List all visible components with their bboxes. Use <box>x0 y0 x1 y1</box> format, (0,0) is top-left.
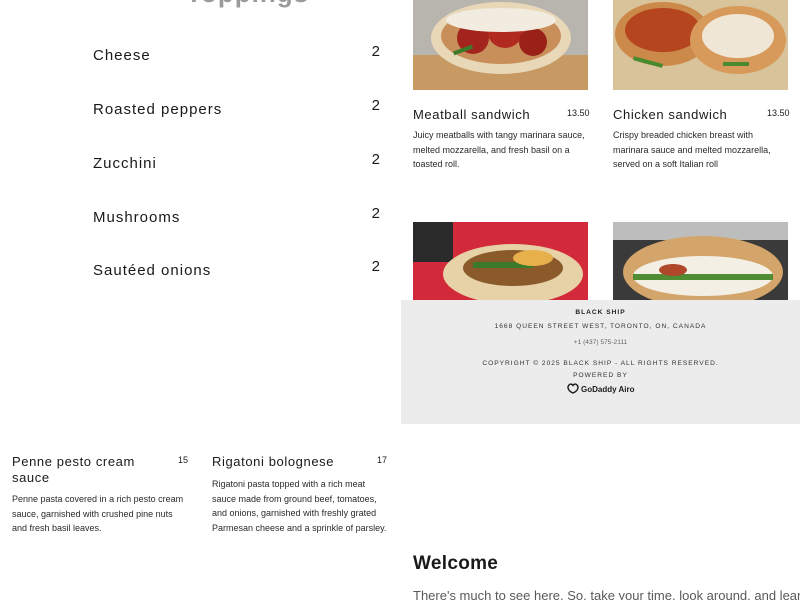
menu-card-description: Juicy meatballs with tangy marinara sauc… <box>413 130 585 169</box>
panini-photo <box>613 222 788 300</box>
menu-card-title: Penne pesto cream sauce <box>12 454 135 485</box>
topping-name: Mushrooms <box>93 209 181 226</box>
topping-item-zucchini: Zucchini 2 <box>93 151 383 179</box>
topping-name: Zucchini <box>93 155 157 172</box>
topping-price: 2 <box>371 205 380 222</box>
footer-brand: BLACK SHIP <box>575 309 626 316</box>
topping-name: Roasted peppers <box>93 101 223 118</box>
topping-item-sauteed-onions: Sautéed onions 2 <box>93 258 383 286</box>
menu-card-price: 17 <box>377 455 388 465</box>
topping-item-roasted-peppers: Roasted peppers 2 <box>93 97 383 125</box>
topping-price: 2 <box>371 97 380 114</box>
site-footer: BLACK SHIP 1668 QUEEN STREET WEST, TORON… <box>401 300 800 424</box>
footer-powered-by: POWERED BY <box>573 372 628 379</box>
topping-price: 2 <box>371 43 380 60</box>
menu-card-price: 13.50 <box>567 108 590 118</box>
meatball-sandwich-photo <box>413 0 588 90</box>
menu-card-description: Rigatoni pasta topped with a rich meat s… <box>212 479 387 533</box>
topping-name: Sautéed onions <box>93 262 212 279</box>
footer-phone-link[interactable]: +1 (437) 575-2111 <box>401 339 800 346</box>
menu-card-description: Crispy breaded chicken breast with marin… <box>613 130 771 169</box>
godaddy-logo-icon <box>567 382 579 396</box>
toppings-heading: Toppings <box>186 0 309 9</box>
menu-card-penne-pesto[interactable]: Penne pesto cream sauce 15 Penne pasta c… <box>12 454 188 544</box>
godaddy-logo-link[interactable]: GoDaddy Airo <box>567 382 637 396</box>
menu-card-title: Meatball sandwich <box>413 107 531 122</box>
menu-card-meatball-sandwich[interactable]: Meatball sandwich 13.50 Juicy meatballs … <box>413 0 590 169</box>
menu-card-title: Rigatoni bolognese <box>212 454 335 469</box>
welcome-heading: Welcome <box>413 553 499 574</box>
welcome-text: There's much to see here. So, take your … <box>413 588 800 600</box>
wrap-photo <box>413 222 588 300</box>
footer-address: 1668 QUEEN STREET WEST, TORONTO, ON, CAN… <box>494 323 707 330</box>
menu-card-description: Penne pasta covered in a rich pesto crea… <box>12 494 184 533</box>
footer-copyright: COPYRIGHT © 2025 BLACK SHIP - ALL RIGHTS… <box>482 360 719 367</box>
menu-card-chicken-sandwich[interactable]: Chicken sandwich 13.50 Crispy breaded ch… <box>613 0 790 169</box>
chicken-sandwich-photo <box>613 0 788 90</box>
topping-price: 2 <box>371 258 380 275</box>
menu-card-price: 13.50 <box>767 108 790 118</box>
menu-card-title: Chicken sandwich <box>613 107 728 122</box>
topping-item-mushrooms: Mushrooms 2 <box>93 205 383 233</box>
menu-card-price: 15 <box>178 455 189 465</box>
topping-item-cheese: Cheese 2 <box>93 43 383 71</box>
godaddy-logo-text: GoDaddy Airo <box>581 384 635 394</box>
menu-card-rigatoni-bolognese[interactable]: Rigatoni bolognese 17 Rigatoni pasta top… <box>212 454 388 544</box>
topping-name: Cheese <box>93 47 151 64</box>
topping-price: 2 <box>371 151 380 168</box>
